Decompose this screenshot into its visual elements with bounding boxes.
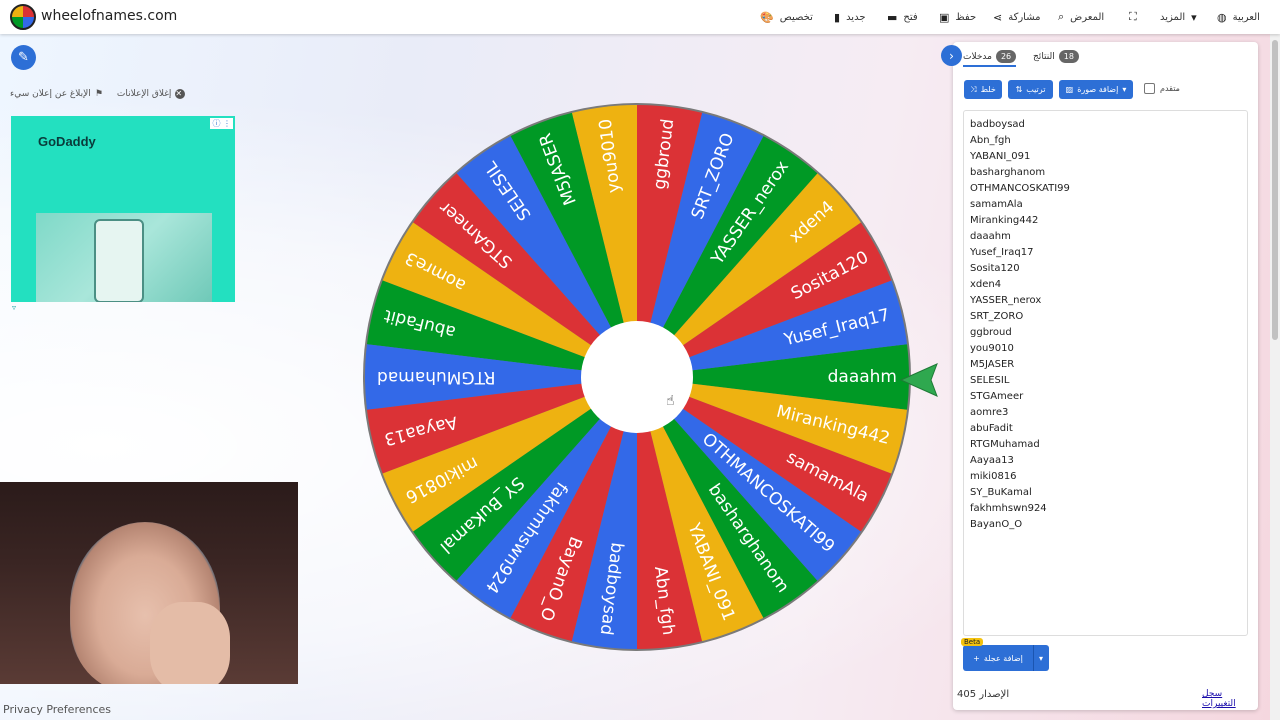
language-button[interactable]: ◍ العربية (1217, 9, 1260, 25)
list-item: samamAla (970, 199, 1023, 210)
share-button[interactable]: ⋖ مشاركة (993, 9, 1041, 25)
list-item: OTHMANCOSKATI99 (970, 183, 1070, 194)
list-item: Abn_fgh (970, 135, 1011, 146)
phone-image (94, 219, 144, 302)
add-wheel-dropdown[interactable]: ▾ (1033, 645, 1049, 671)
open-button[interactable]: ▬ فتح (887, 9, 918, 25)
list-item: Sosita120 (970, 263, 1020, 274)
sort-icon: ⇅ (1015, 85, 1023, 94)
list-item: miki0816 (970, 471, 1017, 482)
gallery-button[interactable]: ⌕ المعرض (1058, 9, 1104, 25)
list-item: STGAmeer (970, 391, 1024, 402)
site-logo-icon[interactable] (10, 4, 36, 30)
wheel-segment-label: RTGMuhamad (377, 367, 496, 387)
add-image-button[interactable]: ▨ إضافة صورة ▾ (1059, 80, 1133, 99)
top-bar: wheelofnames.com 🎨 تخصيص ▮ جديد ▬ فتح ▣ … (0, 0, 1280, 34)
list-item: Yusef_Iraq17 (970, 247, 1034, 258)
save-icon: ▣ (939, 10, 950, 24)
page-scrollbar[interactable] (1270, 34, 1280, 720)
sort-button[interactable]: ⇅ ترتيب (1008, 80, 1053, 99)
list-item: daaahm (970, 231, 1011, 242)
caret-down-icon: ▾ (1191, 10, 1197, 24)
list-item: basharghanom (970, 167, 1046, 178)
list-item: you9010 (970, 343, 1014, 354)
ad-image (36, 213, 212, 302)
site-title[interactable]: wheelofnames.com (41, 8, 177, 24)
mouse-cursor-icon: ☝ (666, 393, 675, 409)
list-item: SELESIL (970, 375, 1010, 386)
changelog-link[interactable]: سجل التغييرات (1202, 689, 1258, 709)
list-item: Miranking442 (970, 215, 1039, 226)
version-label: الإصدار 405 (957, 689, 1010, 700)
entries-textarea[interactable]: badboysad Abn_fgh YABANI_091 basharghano… (963, 110, 1248, 636)
list-item: xden4 (970, 279, 1002, 290)
list-item: M5JASER (970, 359, 1015, 370)
search-icon: ⌕ (1058, 10, 1065, 23)
tab-entries[interactable]: مدخلات 26 (963, 50, 1017, 67)
ad-brand-logo: GoDaddy (38, 134, 96, 149)
shuffle-icon: ⤨ (970, 84, 977, 94)
folder-icon: ▬ (887, 10, 898, 24)
plus-icon: + (973, 653, 980, 663)
add-wheel-button-group: + إضافة عجلة ▾ Beta (961, 638, 1049, 671)
flag-icon: ⚑ (94, 89, 103, 99)
streamer-hand (150, 602, 230, 684)
advanced-toggle[interactable]: متقدم (1144, 83, 1180, 94)
list-item: abuFadit (970, 423, 1013, 434)
list-item: RTGMuhamad (970, 439, 1040, 450)
list-item: fakhmhswn924 (970, 503, 1047, 514)
fullscreen-icon: ⛶ (1129, 10, 1137, 23)
image-icon: ▨ (1065, 85, 1074, 94)
caret-down-icon: ▾ (1038, 653, 1043, 663)
new-button[interactable]: ▮ جديد (834, 9, 866, 25)
wheel-graphic[interactable]: daaahmYusef_Iraq17Sosita120xden4YASSER_n… (359, 99, 915, 655)
privacy-preferences-link[interactable]: Privacy Preferences (3, 703, 111, 716)
list-item: BayanO_O (970, 519, 1023, 530)
webcam-overlay (0, 482, 298, 684)
list-item: YABANI_091 (970, 151, 1031, 162)
close-ads-link[interactable]: إغلاق الإعلانات ✕ (117, 89, 186, 99)
share-icon: ⋖ (993, 10, 1003, 24)
save-button[interactable]: ▣ حفظ (939, 9, 976, 25)
list-item: badboysad (970, 119, 1025, 130)
file-icon: ▮ (834, 10, 841, 24)
list-item: ggbroud (970, 327, 1012, 338)
caret-down-icon: ▾ (1122, 85, 1127, 94)
advertisement[interactable]: GoDaddy ⓘ ⋮ (11, 116, 235, 302)
shuffle-button[interactable]: ⤨ خلط (964, 80, 1002, 99)
wheel-segment-label: daaahm (828, 367, 897, 387)
ad-choices-icon[interactable]: ▿ (12, 303, 16, 312)
beta-badge: Beta (961, 638, 984, 646)
list-item: aomre3 (970, 407, 1009, 418)
add-wheel-button[interactable]: + إضافة عجلة (963, 645, 1034, 671)
pencil-icon: ✎ (18, 50, 29, 65)
list-item: YASSER_nerox (970, 295, 1042, 306)
collapse-panel-button[interactable]: › (941, 45, 962, 66)
list-item: SRT_ZORO (970, 311, 1024, 322)
scrollbar-thumb[interactable] (1272, 40, 1278, 340)
edit-wheel-button[interactable]: ✎ (11, 45, 36, 70)
globe-icon: ◍ (1217, 10, 1227, 24)
wheel-pointer-icon (899, 363, 938, 397)
chevron-right-icon: › (949, 48, 954, 63)
entries-panel: مدخلات 26 النتائج 18 ⤨ خلط ⇅ ترتيب ▨ إضا… (953, 42, 1258, 710)
list-item: Aayaa13 (970, 455, 1014, 466)
customize-button[interactable]: 🎨 تخصيص (760, 9, 813, 25)
ad-controls: الإبلاغ عن إعلان سيء ⚑ إغلاق الإعلانات ✕ (10, 89, 186, 99)
list-item: SY_BuKamal (970, 487, 1032, 498)
advanced-checkbox[interactable] (1144, 83, 1155, 94)
ad-info-icon[interactable]: ⓘ ⋮ (210, 118, 233, 129)
wheel-center[interactable] (581, 321, 693, 433)
wheel[interactable]: daaahm Yusef_Iraq17 Sosita120 xden4 YASSER_n… (359, 99, 915, 655)
fullscreen-button[interactable]: ⛶ (1129, 9, 1137, 25)
close-icon: ✕ (175, 89, 186, 99)
more-menu-button[interactable]: المزيد ▾ (1160, 9, 1197, 25)
palette-icon: 🎨 (760, 10, 774, 24)
report-ad-link[interactable]: الإبلاغ عن إعلان سيء ⚑ (10, 89, 103, 99)
tab-results[interactable]: النتائج 18 (1033, 50, 1079, 63)
